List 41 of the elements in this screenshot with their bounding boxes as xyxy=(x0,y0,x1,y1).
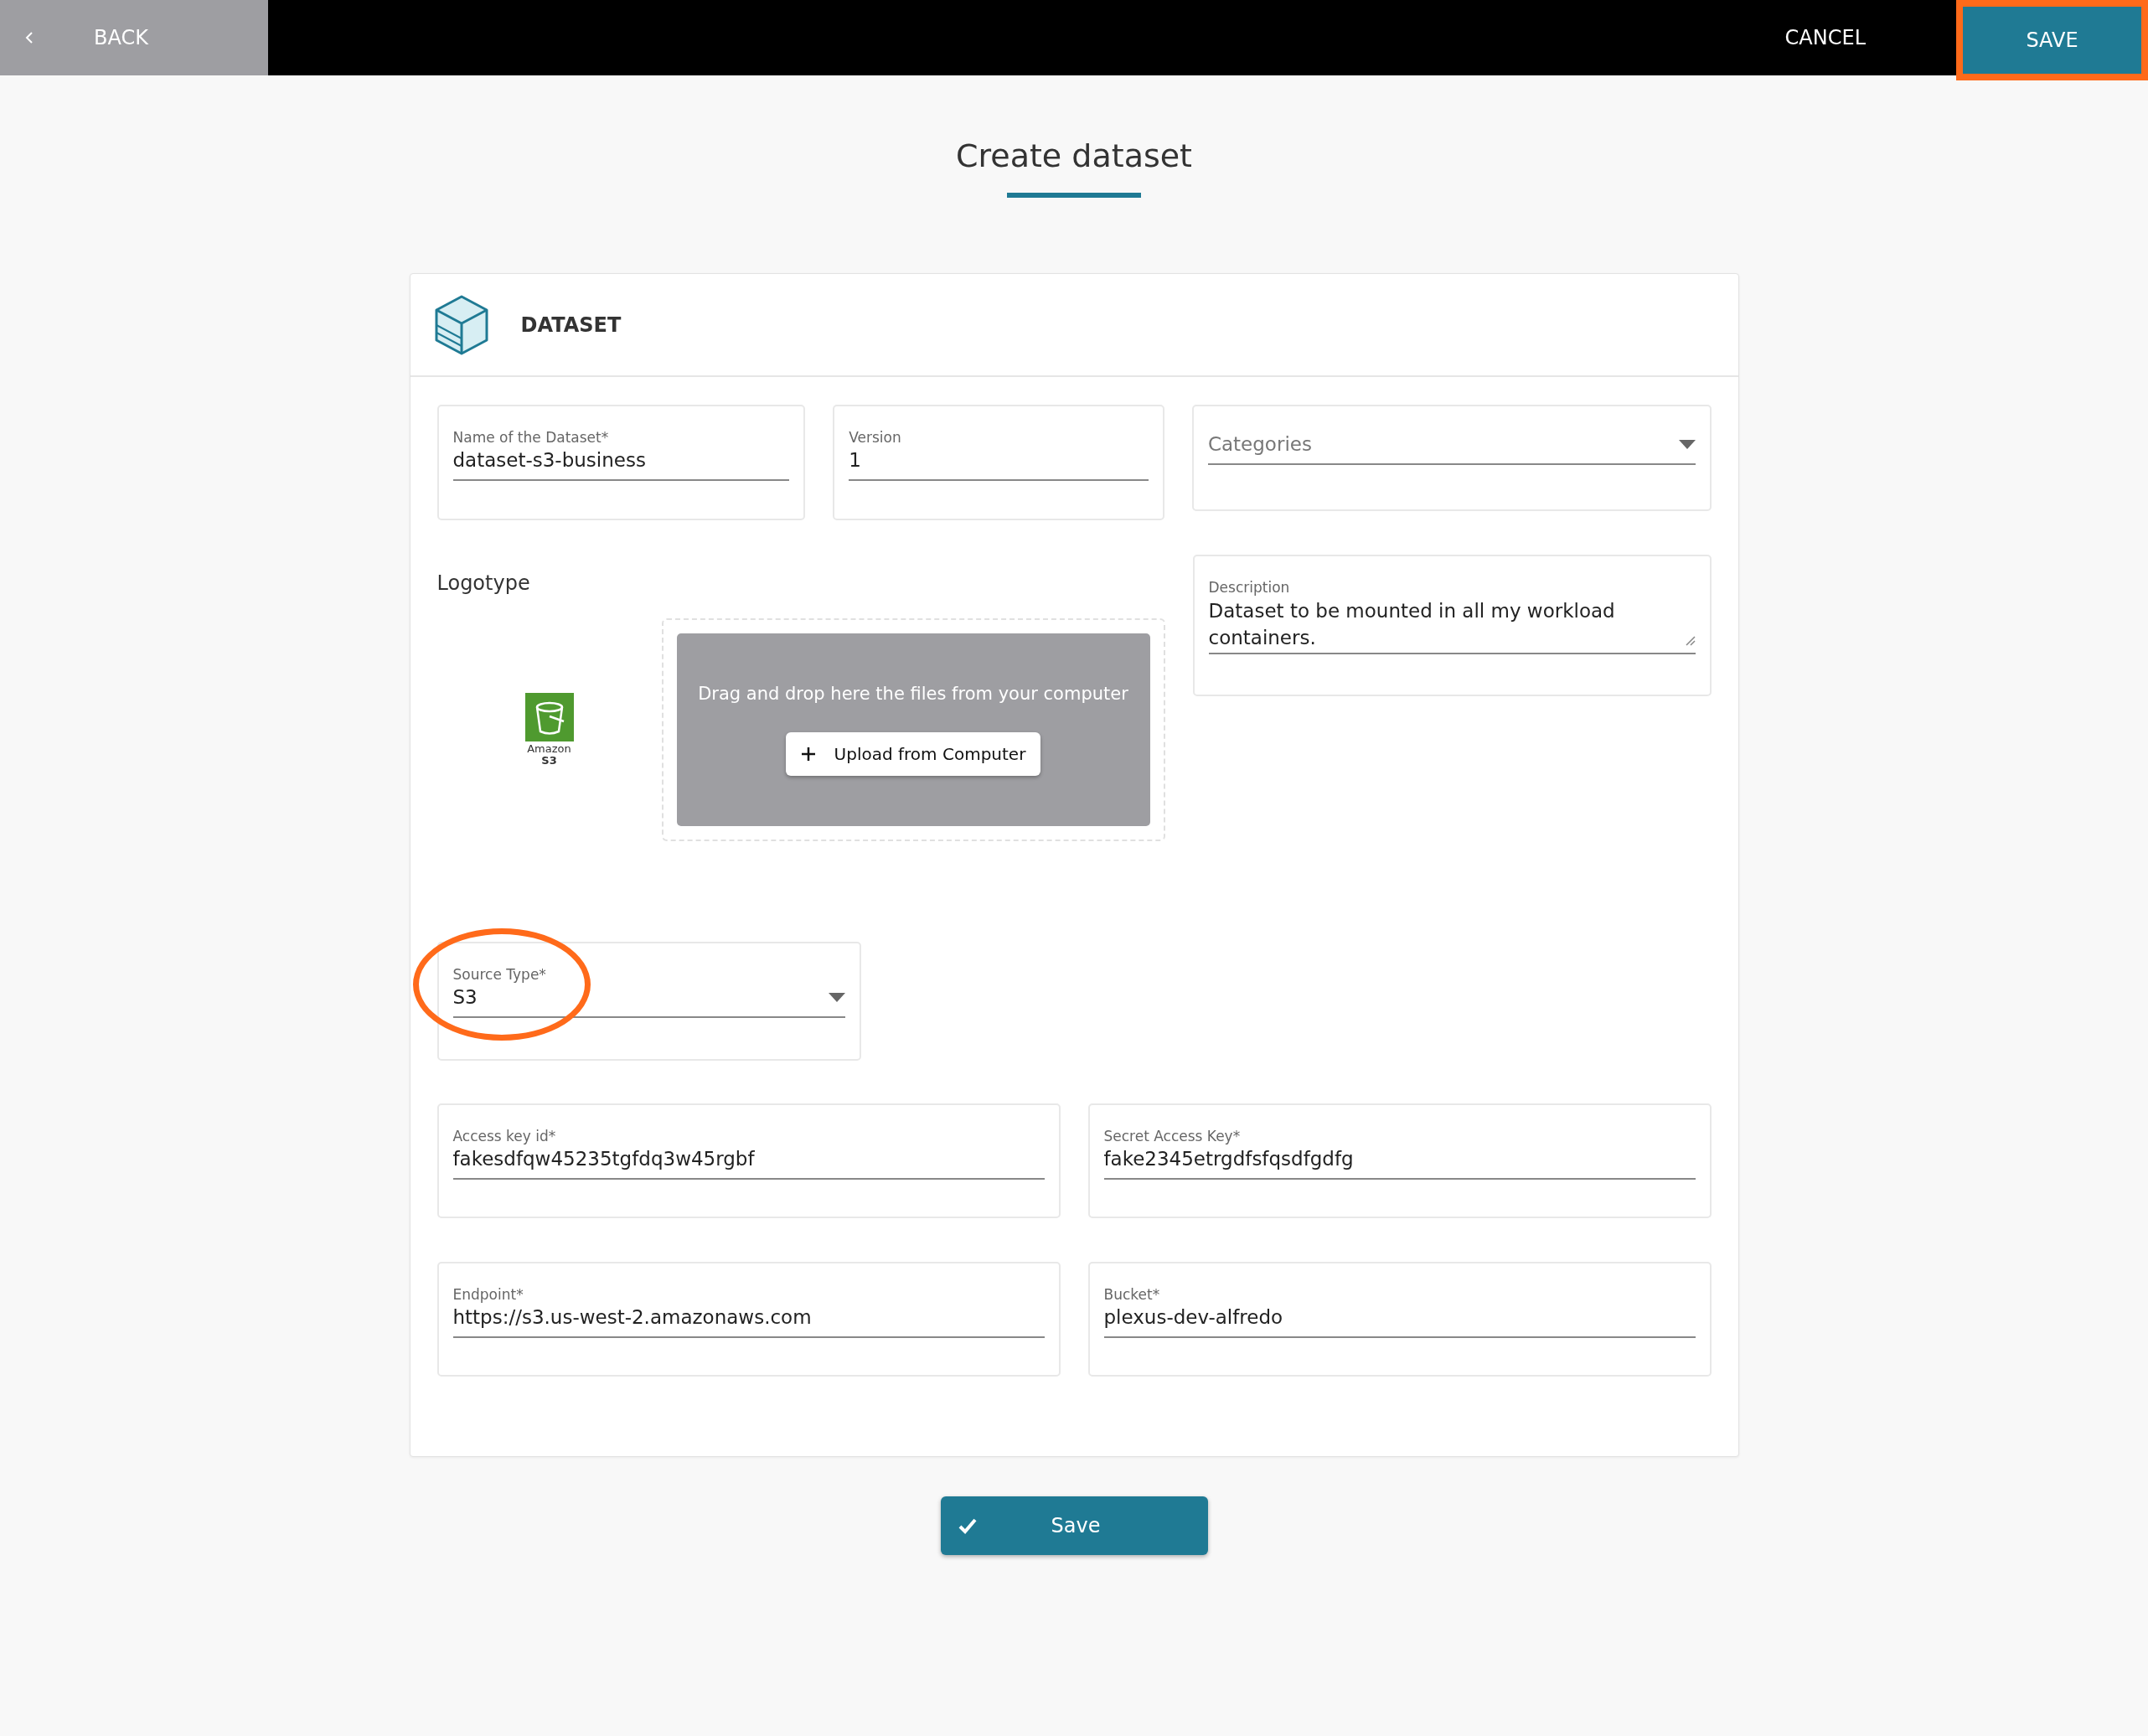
field-value: https://s3.us-west-2.amazonaws.com xyxy=(452,1303,1045,1338)
source-type-dropdown[interactable]: Source Type* S3 xyxy=(436,942,861,1061)
text-field[interactable]: Name of the Dataset* dataset-s3-business xyxy=(436,405,806,520)
save-button[interactable]: Save xyxy=(940,1496,1208,1555)
field-value: dataset-s3-business xyxy=(452,446,790,481)
field-value: 1 xyxy=(849,446,1149,481)
text-field[interactable]: Secret Access Key* fake2345etrgdfsfqsdfgdfg xyxy=(1087,1103,1712,1218)
bucket-icon xyxy=(524,692,574,741)
field-value: Dataset to be mounted in all my workload containers. xyxy=(1208,599,1616,650)
logo-caption: Amazon S3 xyxy=(527,742,571,767)
field-value: plexus-dev-alfredo xyxy=(1103,1303,1696,1338)
save-button[interactable]: SAVE xyxy=(1956,0,2148,80)
field-label: Access key id* xyxy=(452,1128,557,1144)
field-label: Name of the Dataset* xyxy=(452,429,610,446)
text-field[interactable]: Version 1 xyxy=(833,405,1164,520)
section-title: DATASET xyxy=(520,313,622,337)
field-label: Endpoint* xyxy=(452,1286,524,1303)
dropdown-placeholder: Categories xyxy=(1207,433,1312,455)
page-title: Create dataset xyxy=(956,137,1192,174)
field-label: Description xyxy=(1208,579,1291,596)
categories-dropdown[interactable]: Categories xyxy=(1191,405,1712,511)
text-field[interactable]: Access key id* fakesdfqw45235tgfdq3w45rgbf xyxy=(436,1103,1061,1218)
field-label: Secret Access Key* xyxy=(1103,1128,1242,1144)
field-label: Version xyxy=(849,429,902,446)
cancel-button[interactable]: CANCEL xyxy=(1751,0,1899,75)
field-value: fakesdfqw45235tgfdq3w45rgbf xyxy=(452,1144,1045,1180)
upload-button[interactable]: Upload from Computer xyxy=(785,732,1041,776)
plus-icon xyxy=(800,747,816,762)
dropzone[interactable]: Drag and drop here the files from your computer Upload from Computer xyxy=(676,633,1150,826)
field-value: S3 xyxy=(452,986,478,1008)
cube-icon xyxy=(433,293,489,356)
logotype-label: Logotype xyxy=(436,571,531,595)
text-field[interactable]: Bucket* plexus-dev-alfredo xyxy=(1087,1262,1712,1377)
field-label: Bucket* xyxy=(1103,1286,1161,1303)
text-field[interactable]: Endpoint* https://s3.us-west-2.amazonaws.com xyxy=(436,1262,1061,1377)
dropzone-text: Drag and drop here the files from your computer xyxy=(698,684,1128,704)
field-label: Source Type* xyxy=(452,966,547,983)
caret-icon xyxy=(828,992,845,1002)
caret-icon xyxy=(1678,439,1696,449)
description-field[interactable]: Description Dataset to be mounted in all my workload containers. xyxy=(1192,555,1712,696)
field-value: fake2345etrgdfsfqsdfgdfg xyxy=(1103,1144,1696,1180)
